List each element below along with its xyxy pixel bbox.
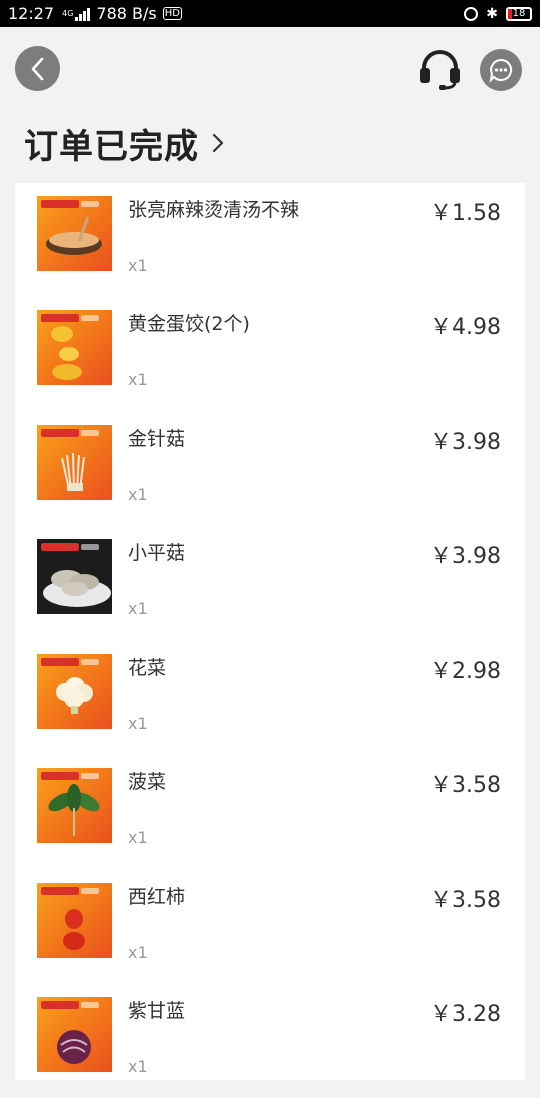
- product-name: 菠菜: [128, 771, 167, 793]
- order-item[interactable]: 紫甘蓝 x1 ￥3.28: [15, 984, 525, 1098]
- product-name: 张亮麻辣烫清汤不辣: [128, 199, 300, 221]
- hd-badge: HD: [162, 7, 182, 20]
- product-price: ￥4.98: [430, 315, 501, 340]
- product-quantity: x1: [128, 943, 148, 962]
- product-image-tomato: [37, 883, 112, 958]
- order-items-card: 张亮麻辣烫清汤不辣 x1 ￥1.58 黄金蛋饺(2个) x1 ￥4.98 金针菇…: [15, 183, 525, 1080]
- product-price: ￥3.28: [430, 1002, 501, 1027]
- product-quantity: x1: [128, 828, 148, 847]
- bluetooth-icon: ✱: [486, 5, 498, 22]
- product-quantity: x1: [128, 370, 148, 389]
- product-image-cauliflower: [37, 654, 112, 729]
- headset-icon: [420, 50, 460, 90]
- page-title: 订单已完成: [24, 126, 199, 167]
- product-price: ￥2.98: [430, 659, 501, 684]
- battery-level: 18: [512, 7, 526, 19]
- product-image-spinach: [37, 768, 112, 843]
- network-type: 4G: [62, 8, 74, 18]
- order-item[interactable]: 黄金蛋饺(2个) x1 ￥4.98: [15, 297, 525, 411]
- battery-icon: 18: [506, 6, 532, 21]
- product-price: ￥3.58: [430, 773, 501, 798]
- order-item[interactable]: 西红柿 x1 ￥3.58: [15, 870, 525, 984]
- product-price: ￥3.58: [430, 888, 501, 913]
- order-item[interactable]: 金针菇 x1 ￥3.98: [15, 412, 525, 526]
- product-quantity: x1: [128, 256, 148, 275]
- product-name: 西红柿: [128, 886, 186, 908]
- network-speed: 788 B/s: [96, 4, 157, 23]
- order-item[interactable]: 花菜 x1 ￥2.98: [15, 641, 525, 755]
- back-arrow-icon: [31, 57, 43, 80]
- product-name: 花菜: [128, 657, 167, 679]
- order-item[interactable]: 菠菜 x1 ￥3.58: [15, 755, 525, 869]
- product-price: ￥1.58: [430, 201, 501, 226]
- order-status-link[interactable]: 订单已完成: [24, 120, 225, 167]
- back-button[interactable]: [15, 46, 60, 91]
- product-name: 金针菇: [128, 428, 186, 450]
- product-name: 紫甘蓝: [128, 1000, 186, 1022]
- order-item[interactable]: 小平菇 x1 ￥3.98: [15, 526, 525, 640]
- order-item[interactable]: 张亮麻辣烫清汤不辣 x1 ￥1.58: [15, 183, 525, 297]
- product-image-oyster-mushroom: [37, 539, 112, 614]
- product-name: 黄金蛋饺(2个): [128, 313, 250, 335]
- product-image-egg-dumplings: [37, 310, 112, 385]
- network-label: 4G: [62, 8, 74, 18]
- product-quantity: x1: [128, 1057, 148, 1076]
- product-quantity: x1: [128, 485, 148, 504]
- customer-service-button[interactable]: [416, 48, 464, 90]
- chevron-right-icon: [212, 133, 224, 153]
- product-image-hotpot: [37, 196, 112, 271]
- product-price: ￥3.98: [430, 544, 501, 569]
- status-time: 12:27: [8, 4, 55, 23]
- status-bar: 12:27 4G 788 B/s HD ✱ 18: [0, 0, 540, 27]
- product-image-purple-cabbage: [37, 997, 112, 1072]
- product-name: 小平菇: [128, 542, 186, 564]
- lock-icon: [464, 6, 479, 21]
- product-price: ￥3.98: [430, 430, 501, 455]
- product-image-enoki: [37, 425, 112, 500]
- product-quantity: x1: [128, 714, 148, 733]
- message-button[interactable]: [480, 49, 522, 91]
- product-quantity: x1: [128, 599, 148, 618]
- chat-bubble-icon: [489, 58, 513, 83]
- signal-icon: [75, 7, 91, 21]
